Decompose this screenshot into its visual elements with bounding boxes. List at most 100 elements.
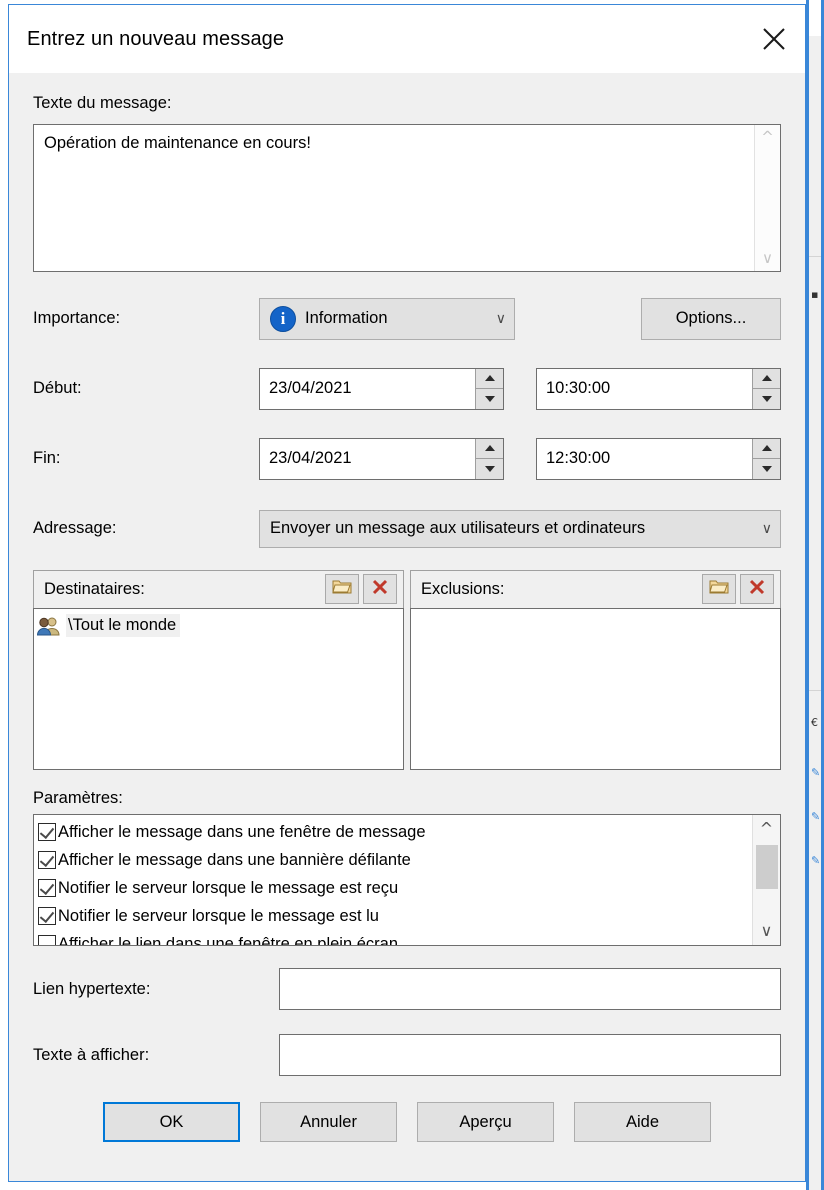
parameters-items: Afficher le message dans une fenêtre de … <box>34 815 752 945</box>
message-text-area[interactable]: Opération de maintenance en cours! ^ ∨ <box>33 123 781 272</box>
preview-button[interactable]: Aperçu <box>417 1102 554 1142</box>
parameter-label: Afficher le message dans une fenêtre de … <box>58 822 426 841</box>
parameter-row[interactable]: Afficher le message dans une fenêtre de … <box>38 818 752 846</box>
checkbox-icon[interactable] <box>38 851 56 869</box>
end-label: Fin: <box>33 449 61 468</box>
addressing-select[interactable]: Envoyer un message aux utilisateurs et o… <box>259 509 781 548</box>
end-time-value[interactable]: 12:30:00 <box>537 439 752 479</box>
start-label: Début: <box>33 379 82 398</box>
recipients-header: Destinataires: <box>33 569 404 608</box>
chevron-up-icon[interactable]: ^ <box>760 815 773 843</box>
parameter-label: Notifier le serveur lorsque le message e… <box>58 906 379 925</box>
folder-open-icon <box>332 578 352 601</box>
dialog-titlebar: Entrez un nouveau message <box>9 5 805 73</box>
background-window[interactable]: ▪ € ✎ ✎ ✎ <box>806 0 824 1190</box>
exclusions-listbox[interactable] <box>410 607 781 770</box>
close-button[interactable] <box>743 5 805 73</box>
new-message-dialog: Entrez un nouveau message Texte du messa… <box>8 4 806 1182</box>
checkbox-icon[interactable] <box>38 935 56 945</box>
recipients-browse-button[interactable] <box>325 574 359 604</box>
chevron-down-icon: ∨ <box>495 310 506 327</box>
end-row: Fin: 23/04/2021 12:30:00 <box>33 437 781 480</box>
importance-label: Importance: <box>33 309 121 328</box>
recipients-listbox[interactable]: \Tout le monde <box>33 607 404 770</box>
parameter-label: Afficher le message dans une bannière dé… <box>58 850 411 869</box>
dialog-title: Entrez un nouveau message <box>27 27 285 50</box>
checkbox-icon[interactable] <box>38 907 56 925</box>
background-window-titlebar <box>809 0 821 36</box>
addressing-value: Envoyer un message aux utilisateurs et o… <box>270 519 646 537</box>
end-time-spinner[interactable] <box>752 438 780 479</box>
start-time-field[interactable]: 10:30:00 <box>536 367 781 410</box>
exclusions-delete-button[interactable] <box>740 574 774 604</box>
display-text-input[interactable] <box>279 1034 781 1076</box>
addressing-row: Adressage: Envoyer un message aux utilis… <box>33 509 781 548</box>
background-icon-e: ✎ <box>811 854 821 867</box>
scrollbar-thumb[interactable] <box>755 845 778 889</box>
cancel-button[interactable]: Annuler <box>260 1102 397 1142</box>
list-item[interactable]: \Tout le monde <box>37 613 400 639</box>
parameter-row[interactable]: Afficher le message dans une bannière dé… <box>38 846 752 874</box>
background-icon-d: ✎ <box>811 810 821 823</box>
chevron-down-icon[interactable]: ∨ <box>761 917 773 945</box>
exclusions-browse-button[interactable] <box>702 574 736 604</box>
info-icon: i <box>270 305 296 332</box>
end-time-field[interactable]: 12:30:00 <box>536 437 781 480</box>
parameter-row[interactable]: Afficher le lien dans une fenêtre en ple… <box>38 930 752 945</box>
start-date-value[interactable]: 23/04/2021 <box>260 369 475 409</box>
parameters-label: Paramètres: <box>33 788 123 807</box>
parameter-row[interactable]: Notifier le serveur lorsque le message e… <box>38 902 752 930</box>
ok-button[interactable]: OK <box>103 1102 240 1142</box>
end-date-value[interactable]: 23/04/2021 <box>260 439 475 479</box>
folder-open-icon <box>709 578 729 601</box>
message-scrollbar[interactable]: ^ ∨ <box>754 124 780 271</box>
display-text-label: Texte à afficher: <box>33 1045 150 1064</box>
chevron-down-icon: ∨ <box>761 520 772 537</box>
parameter-label: Notifier le serveur lorsque le message e… <box>58 878 399 897</box>
dialog-footer: OK Annuler Aperçu Aide <box>29 1102 785 1142</box>
spinner-down-icon[interactable] <box>753 389 780 409</box>
checkbox-icon[interactable] <box>38 879 56 897</box>
exclusions-label: Exclusions: <box>421 579 505 598</box>
exclusions-header: Exclusions: <box>410 569 781 608</box>
spinner-up-icon[interactable] <box>476 439 503 459</box>
start-date-field[interactable]: 23/04/2021 <box>259 367 504 410</box>
importance-select[interactable]: i Information ∨ <box>259 297 515 340</box>
recipients-delete-button[interactable] <box>363 574 397 604</box>
spinner-up-icon[interactable] <box>476 369 503 389</box>
message-text-value[interactable]: Opération de maintenance en cours! <box>34 125 754 271</box>
chevron-up-icon[interactable]: ^ <box>761 129 774 145</box>
spinner-down-icon[interactable] <box>476 389 503 409</box>
red-x-icon <box>748 578 766 601</box>
list-item-label: \Tout le monde <box>66 614 181 637</box>
close-icon <box>761 26 787 52</box>
hyperlink-input[interactable] <box>279 968 781 1010</box>
parameters-scrollbar[interactable]: ^ ∨ <box>752 815 780 945</box>
exclusions-group: Exclusions: <box>410 569 781 770</box>
spinner-up-icon[interactable] <box>753 439 780 459</box>
background-divider <box>809 256 821 257</box>
recipients-group: Destinataires: \Tout le monde <box>33 569 404 770</box>
chevron-down-icon[interactable]: ∨ <box>762 250 773 266</box>
parameter-row[interactable]: Notifier le serveur lorsque le message e… <box>38 874 752 902</box>
spinner-up-icon[interactable] <box>753 369 780 389</box>
parameters-listbox[interactable]: Afficher le message dans une fenêtre de … <box>33 814 781 946</box>
start-time-value[interactable]: 10:30:00 <box>537 369 752 409</box>
checkbox-icon[interactable] <box>38 823 56 841</box>
red-x-icon <box>371 578 389 601</box>
parameter-label: Afficher le lien dans une fenêtre en ple… <box>58 934 399 946</box>
hyperlink-row: Lien hypertexte: <box>33 968 781 1010</box>
options-button[interactable]: Options... <box>641 297 781 340</box>
users-group-icon <box>37 616 61 636</box>
start-date-spinner[interactable] <box>475 368 503 409</box>
start-time-spinner[interactable] <box>752 368 780 409</box>
end-date-spinner[interactable] <box>475 438 503 479</box>
help-button[interactable]: Aide <box>574 1102 711 1142</box>
spinner-down-icon[interactable] <box>753 459 780 479</box>
end-date-field[interactable]: 23/04/2021 <box>259 437 504 480</box>
background-icon-b: € <box>811 716 818 729</box>
spinner-down-icon[interactable] <box>476 459 503 479</box>
recipients-label: Destinataires: <box>44 579 145 598</box>
hyperlink-label: Lien hypertexte: <box>33 979 151 998</box>
background-icon-a: ▪ <box>811 288 819 301</box>
